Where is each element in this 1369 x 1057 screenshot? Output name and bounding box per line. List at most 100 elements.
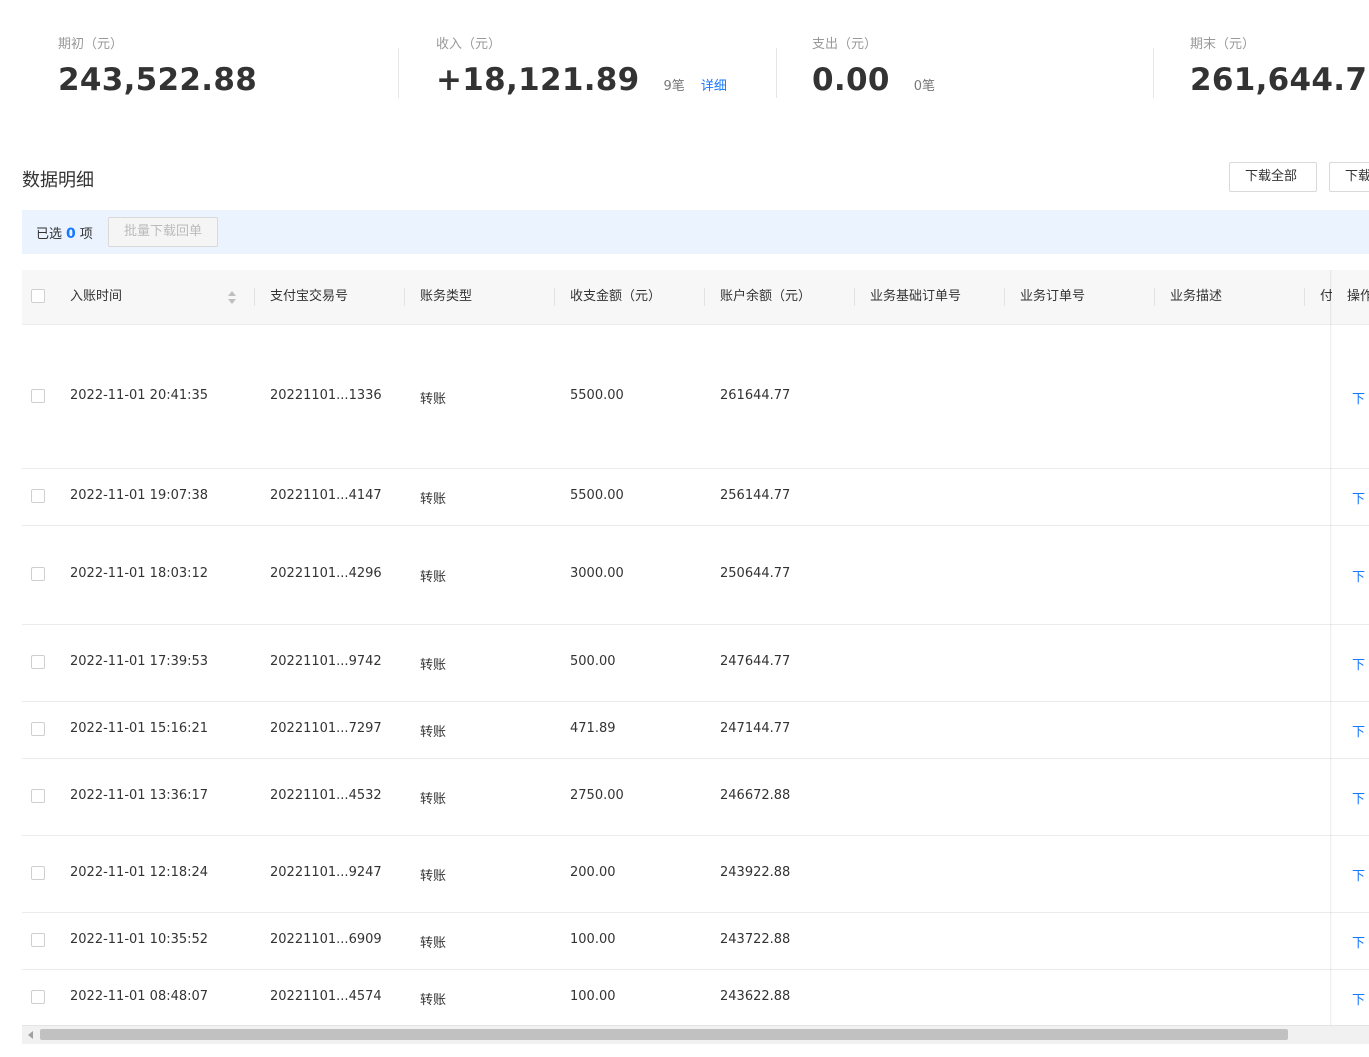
- cell-type: 转账: [420, 993, 447, 1008]
- cell-type: 转账: [420, 658, 447, 673]
- download-all-button[interactable]: 下载全部: [1229, 162, 1317, 192]
- column-divider: [554, 288, 555, 306]
- column-header-order-no: 业务订单号: [1020, 289, 1086, 304]
- cell-amount: 200.00: [570, 865, 616, 880]
- cell-type: 转账: [420, 492, 447, 507]
- scrollbar-thumb[interactable]: [40, 1029, 1288, 1040]
- column-header-actions: 操作: [1332, 270, 1369, 325]
- horizontal-scrollbar[interactable]: [22, 1025, 1369, 1044]
- cell-amount: 5500.00: [570, 388, 624, 403]
- closing-balance-label: 期末（元）: [1190, 37, 1256, 52]
- cell-balance: 250644.77: [720, 566, 791, 581]
- cell-time: 2022-11-01 13:36:17: [70, 788, 209, 803]
- column-header-base-order-no: 业务基础订单号: [870, 289, 962, 304]
- download-receipt-link[interactable]: 下: [1352, 566, 1365, 585]
- cell-balance: 243722.88: [720, 932, 791, 947]
- batch-download-receipt-button[interactable]: 批量下载回单: [108, 217, 219, 247]
- section-title: 数据明细: [22, 170, 94, 191]
- expense-stat: 支出（元） 0.00 0笔: [812, 36, 935, 98]
- download-receipt-link[interactable]: 下: [1352, 932, 1365, 951]
- closing-balance-stat: 期末（元） 261,644.77: [1190, 36, 1369, 98]
- cell-trade-no: 20221101...1336: [270, 388, 382, 403]
- download-receipt-link[interactable]: 下: [1352, 989, 1365, 1008]
- cell-amount: 3000.00: [570, 566, 624, 581]
- cell-amount: 5500.00: [570, 488, 624, 503]
- row-checkbox[interactable]: [31, 866, 45, 880]
- table-row: 2022-11-01 12:18:24 20221101...9247 转账 200.…: [22, 835, 1369, 913]
- selection-count: 0: [66, 226, 76, 242]
- column-header-actions-label: 操作: [1347, 289, 1369, 304]
- table-row: 2022-11-01 17:39:53 20221101...9742 转账 500.…: [22, 624, 1369, 702]
- column-divider: [1154, 288, 1155, 306]
- cell-trade-no: 20221101...9247: [270, 865, 382, 880]
- row-checkbox[interactable]: [31, 489, 45, 503]
- cell-time: 2022-11-01 17:39:53: [70, 654, 209, 669]
- income-count: 9笔: [663, 79, 685, 94]
- cell-time: 2022-11-01 15:16:21: [70, 721, 209, 736]
- cell-time: 2022-11-01 10:35:52: [70, 932, 209, 947]
- column-header-trade-no: 支付宝交易号: [270, 289, 349, 304]
- row-checkbox[interactable]: [31, 567, 45, 581]
- income-stat: 收入（元） +18,121.89 9笔 详细: [436, 36, 727, 98]
- income-label: 收入（元）: [436, 37, 502, 52]
- scroll-left-icon[interactable]: [28, 1031, 33, 1039]
- cell-trade-no: 20221101...7297: [270, 721, 382, 736]
- row-checkbox[interactable]: [31, 990, 45, 1004]
- table-row: 2022-11-01 20:41:35 20221101...1336 转账 5500…: [22, 325, 1369, 469]
- column-divider: [254, 288, 255, 306]
- divider: [398, 48, 399, 98]
- cell-balance: 246672.88: [720, 788, 791, 803]
- closing-balance-value: 261,644.77: [1190, 62, 1369, 98]
- row-checkbox[interactable]: [31, 933, 45, 947]
- cell-type: 转账: [420, 570, 447, 585]
- cell-type: 转账: [420, 869, 447, 884]
- download-button[interactable]: 下载: [1329, 162, 1369, 192]
- opening-balance-value: 243,522.88: [58, 62, 258, 98]
- cell-balance: 243622.88: [720, 989, 791, 1004]
- cell-balance: 243922.88: [720, 865, 791, 880]
- cell-amount: 471.89: [570, 721, 616, 736]
- cell-balance: 261644.77: [720, 388, 791, 403]
- table-row: 2022-11-01 19:07:38 20221101...4147 转账 5500…: [22, 468, 1369, 526]
- download-receipt-link[interactable]: 下: [1352, 865, 1365, 884]
- table-row: 2022-11-01 15:16:21 20221101...7297 转账 471.…: [22, 701, 1369, 759]
- cell-amount: 500.00: [570, 654, 616, 669]
- cell-amount: 100.00: [570, 932, 616, 947]
- download-receipt-link[interactable]: 下: [1352, 721, 1365, 740]
- opening-balance-stat: 期初（元） 243,522.88: [58, 36, 257, 98]
- column-header-type: 账务类型: [420, 289, 473, 304]
- cell-trade-no: 20221101...4147: [270, 488, 382, 503]
- cell-trade-no: 20221101...4296: [270, 566, 382, 581]
- cell-time: 2022-11-01 18:03:12: [70, 566, 209, 581]
- cell-type: 转账: [420, 392, 447, 407]
- expense-count: 0笔: [913, 79, 935, 94]
- column-divider: [404, 288, 405, 306]
- row-checkbox[interactable]: [31, 389, 45, 403]
- cell-trade-no: 20221101...4532: [270, 788, 382, 803]
- opening-balance-label: 期初（元）: [58, 37, 124, 52]
- cell-time: 2022-11-01 20:41:35: [70, 388, 209, 403]
- select-all-checkbox[interactable]: [31, 289, 45, 303]
- data-table: 入账时间 支付宝交易号 账务类型 收支金额（元） 账户余额（元） 业务基础订单号…: [22, 270, 1369, 1025]
- download-receipt-link[interactable]: 下: [1352, 788, 1365, 807]
- column-divider: [854, 288, 855, 306]
- table-row: 2022-11-01 18:03:12 20221101...4296 转账 3000…: [22, 525, 1369, 625]
- download-receipt-link[interactable]: 下: [1352, 654, 1365, 673]
- row-checkbox[interactable]: [31, 655, 45, 669]
- row-checkbox[interactable]: [31, 789, 45, 803]
- income-detail-link[interactable]: 详细: [701, 75, 727, 94]
- cell-type: 转账: [420, 792, 447, 807]
- column-header-time[interactable]: 入账时间: [70, 270, 122, 324]
- cell-amount: 2750.00: [570, 788, 624, 803]
- sort-icon[interactable]: [228, 291, 236, 304]
- selection-status: 已选 0 项: [36, 223, 93, 242]
- cell-trade-no: 20221101...4574: [270, 989, 382, 1004]
- expense-label: 支出（元）: [812, 37, 878, 52]
- column-header-balance: 账户余额（元）: [720, 289, 812, 304]
- download-receipt-link[interactable]: 下: [1352, 488, 1365, 507]
- cell-time: 2022-11-01 19:07:38: [70, 488, 209, 503]
- download-receipt-link[interactable]: 下: [1352, 388, 1365, 407]
- selection-prefix: 已选: [36, 227, 63, 242]
- table-row: 2022-11-01 08:48:07 20221101...4574 转账 100.…: [22, 969, 1369, 1025]
- row-checkbox[interactable]: [31, 722, 45, 736]
